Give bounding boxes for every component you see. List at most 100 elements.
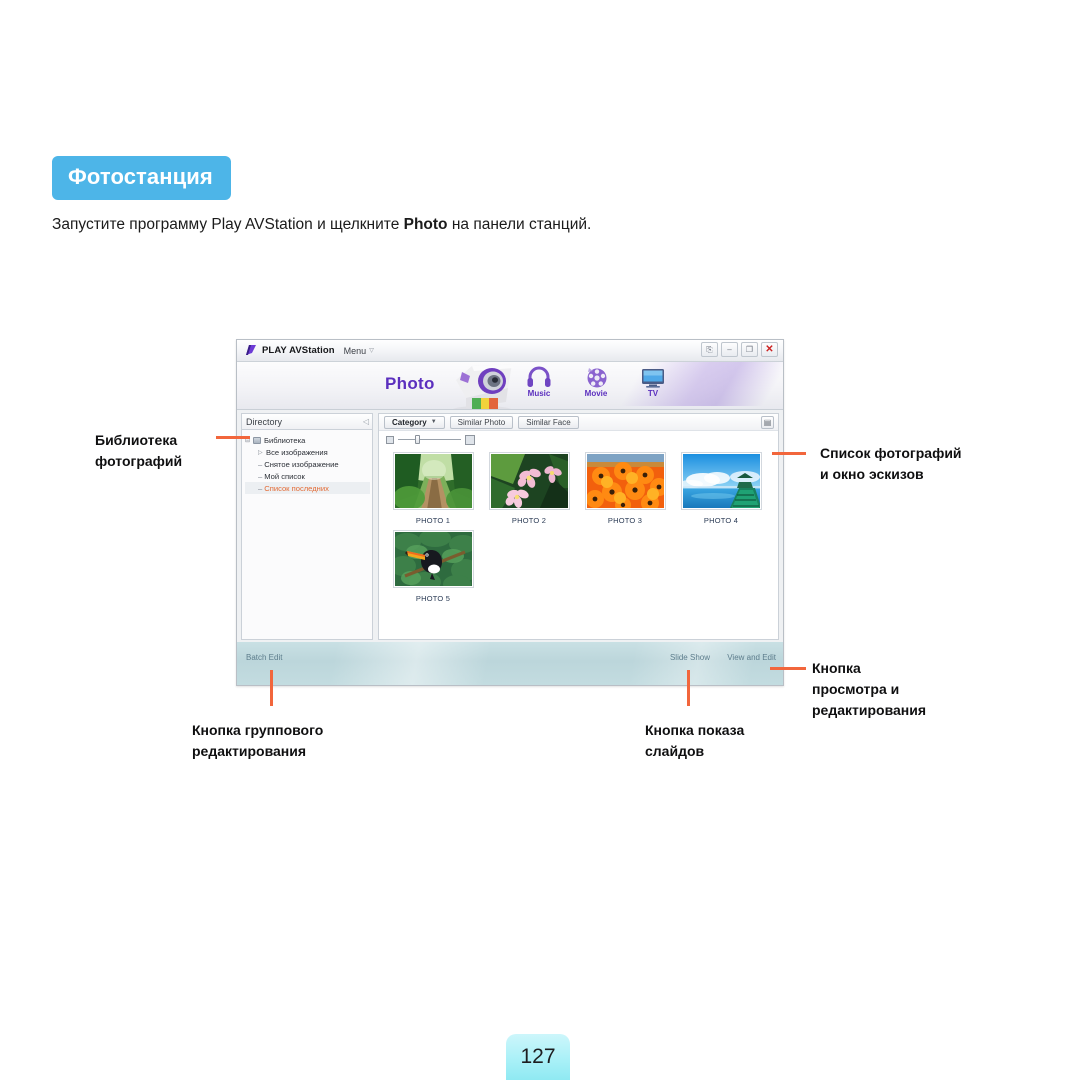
tree-item-library-label: Библиотека [264, 435, 306, 445]
avstation-window: PLAY AVStation Menu ▽ ⎘ ‒ ❐ ✕ Photo Musi… [236, 339, 784, 686]
photo-thumbnail[interactable] [392, 452, 474, 510]
tree-item-recent-list-label: Список последних [264, 483, 329, 493]
directory-header: Directory ◁ [241, 413, 373, 429]
tree-dash-icon: – [258, 483, 263, 493]
station-bar: Photo Music Movie TV [237, 362, 783, 410]
slider-track[interactable] [398, 435, 461, 444]
forest-path-image [394, 454, 472, 508]
intro-suffix: на панели станций. [447, 216, 592, 233]
window-title-bar: PLAY AVStation Menu ▽ ⎘ ‒ ❐ ✕ [237, 340, 783, 362]
annotation-batch-edit-line2: редактирования [192, 743, 307, 759]
annotation-view-and-edit-line2: просмотра и [812, 681, 900, 697]
similar-photo-button[interactable]: Similar Photo [449, 415, 514, 429]
tree-item-recent-list[interactable]: – Список последних [245, 482, 370, 494]
tree-item-captured-image[interactable]: – Снятое изображение [245, 458, 370, 470]
intro-prefix: Запустите программу Play AVStation и щел… [52, 216, 404, 233]
station-tv-label: TV [647, 389, 659, 398]
photo-thumbnail[interactable] [488, 452, 570, 510]
pink-flowers-image [490, 454, 568, 508]
rollup-button[interactable]: ⎘ [701, 342, 718, 357]
annotation-photo-library-line2: фотографий [95, 453, 183, 469]
annotation-photo-library: Библиотека фотографий [95, 430, 182, 472]
section-heading: Фотостанция [52, 156, 231, 200]
window-title: PLAY AVStation [262, 345, 335, 356]
photo-library-sidebar: Directory ◁ ⊟ Библиотека ▷ Все изображен… [237, 410, 376, 642]
photo-item[interactable]: PHOTO 5 [385, 530, 481, 603]
annotation-photo-library-line1: Библиотека [95, 432, 178, 448]
content-toolbar: Category ▼ Similar Photo Similar Face ▤ [379, 414, 778, 431]
tree-item-all-images-label: Все изображения [266, 447, 328, 457]
page-number-badge: 127 [506, 1034, 570, 1080]
category-dropdown-label: Category [392, 417, 427, 427]
menu-button[interactable]: Menu [344, 346, 367, 356]
photo-item[interactable]: PHOTO 3 [577, 452, 673, 525]
station-photo-active-label[interactable]: Photo [385, 374, 435, 394]
station-buttons: Music Movie TV [520, 366, 672, 398]
status-bar-sheen [237, 642, 783, 685]
station-music[interactable]: Music [520, 366, 558, 398]
photo-item[interactable]: PHOTO 4 [673, 452, 769, 525]
avstation-logo-icon [246, 345, 256, 355]
photo-item[interactable]: PHOTO 1 [385, 452, 481, 525]
station-tv[interactable]: TV [634, 366, 672, 398]
maximize-button[interactable]: ❐ [741, 342, 758, 357]
large-thumbnail-icon [465, 434, 475, 445]
photo-thumbnail[interactable] [680, 452, 762, 510]
photo-caption: PHOTO 2 [511, 516, 547, 525]
folder-icon [253, 436, 261, 444]
intro-paragraph: Запустите программу Play AVStation и щел… [52, 216, 591, 234]
slide-show-button[interactable]: Slide Show [670, 653, 710, 662]
tree-toggle-icon[interactable]: ▷ [258, 449, 264, 456]
leader-line-view-and-edit [770, 667, 806, 670]
directory-title: Directory [246, 416, 283, 427]
leader-line-batch-edit [270, 670, 273, 706]
annotation-photo-list-line1: Список фотографий [820, 445, 962, 461]
leader-line-photo-list [772, 452, 806, 455]
window-status-bar: Batch Edit Slide Show View and Edit [237, 642, 783, 685]
film-reel-icon [587, 368, 606, 388]
minimize-button[interactable]: ‒ [721, 342, 738, 357]
leader-line-slide-show [687, 670, 690, 706]
chevron-down-icon[interactable]: ▽ [369, 347, 374, 354]
slider-handle[interactable] [415, 435, 420, 444]
intro-bold-photo: Photo [403, 216, 448, 233]
close-button[interactable]: ✕ [761, 342, 778, 357]
photo-thumbnail[interactable] [392, 530, 474, 588]
photo-caption: PHOTO 3 [607, 516, 643, 525]
batch-edit-button[interactable]: Batch Edit [246, 653, 282, 662]
tree-item-my-list[interactable]: – Мой список [245, 470, 370, 482]
tropical-pier-image [682, 454, 760, 508]
photo-item[interactable]: PHOTO 2 [481, 452, 577, 525]
tree-item-captured-image-label: Снятое изображение [264, 459, 339, 469]
collapse-sidebar-icon[interactable]: ◁ [363, 417, 369, 426]
tree-item-all-images[interactable]: ▷ Все изображения [245, 446, 370, 458]
category-dropdown[interactable]: Category ▼ [384, 415, 445, 429]
annotation-view-and-edit: Кнопка просмотра и редактирования [812, 658, 926, 721]
library-tree: ⊟ Библиотека ▷ Все изображения – Снятое … [241, 429, 373, 640]
television-icon [642, 369, 664, 388]
thumbnail-size-slider[interactable] [379, 431, 778, 448]
photo-caption: PHOTO 5 [415, 594, 451, 603]
tree-dash-icon: – [258, 459, 263, 469]
thumbnail-grid: PHOTO 1 PHOTO 2 PHOTO 3 PHOTO 4 PHOTO 5 [379, 448, 778, 639]
photo-thumbnail[interactable] [584, 452, 666, 510]
camera-icon [452, 364, 514, 409]
photo-caption: PHOTO 1 [415, 516, 451, 525]
tree-item-library[interactable]: ⊟ Библиотека [245, 434, 370, 446]
annotation-batch-edit: Кнопка группового редактирования [192, 720, 323, 762]
tree-dash-icon: – [258, 471, 263, 481]
annotation-slide-show: Кнопка показа слайдов [645, 720, 744, 762]
station-music-label: Music [527, 389, 551, 398]
annotation-view-and-edit-line3: редактирования [812, 702, 927, 718]
list-view-icon[interactable]: ▤ [761, 415, 774, 429]
station-movie-label: Movie [584, 389, 608, 398]
similar-face-button[interactable]: Similar Face [518, 415, 579, 429]
tree-item-my-list-label: Мой список [264, 471, 305, 481]
station-movie[interactable]: Movie [577, 366, 615, 398]
chevron-down-icon: ▼ [430, 419, 437, 425]
annotation-batch-edit-line1: Кнопка группового [192, 722, 324, 738]
small-thumbnail-icon [386, 435, 394, 444]
view-and-edit-button[interactable]: View and Edit [727, 653, 776, 662]
leader-line-library [216, 436, 250, 439]
toucan-bird-image [394, 532, 472, 586]
